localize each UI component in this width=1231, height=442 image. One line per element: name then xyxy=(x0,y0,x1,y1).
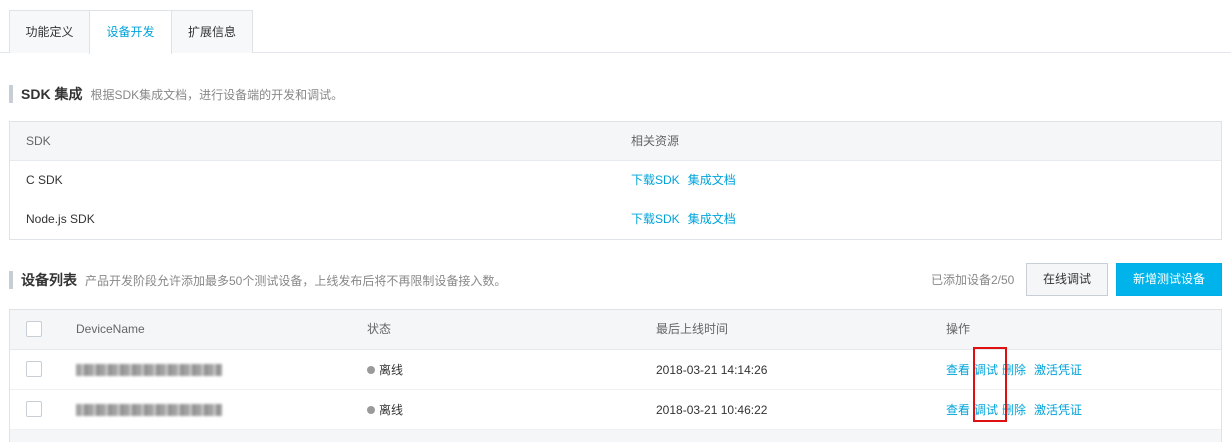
device-count-text: 已添加设备2/50 xyxy=(931,273,1015,287)
column-header-devicename: DeviceName xyxy=(76,322,145,336)
section-accent-bar xyxy=(9,85,13,103)
tab-function-definition[interactable]: 功能定义 xyxy=(9,10,90,53)
sdk-section-description: 根据SDK集成文档，进行设备端的开发和调试。 xyxy=(90,87,344,102)
column-header-resources: 相关资源 xyxy=(631,134,680,148)
sdk-table-header: SDK 相关资源 xyxy=(10,122,1221,161)
status-cell: 离线 xyxy=(367,350,403,390)
row-checkbox[interactable] xyxy=(26,401,42,417)
offline-status-dot xyxy=(367,365,375,374)
status-text: 离线 xyxy=(379,403,404,417)
activation-credential-link[interactable]: 激活凭证 xyxy=(1034,363,1082,377)
column-header-actions: 操作 xyxy=(946,322,971,336)
sdk-row: Node.js SDK 下载SDK 集成文档 xyxy=(10,200,1221,239)
tab-extended-info[interactable]: 扩展信息 xyxy=(171,10,253,53)
view-link[interactable]: 查看 xyxy=(946,363,970,377)
sdk-row: C SDK 下载SDK 集成文档 xyxy=(10,161,1221,200)
device-table-header: DeviceName 状态 最后上线时间 操作 xyxy=(10,310,1221,350)
table-row: 离线 2018-03-21 10:46:22 查看 调试 删除 激活凭证 xyxy=(10,390,1221,430)
view-link[interactable]: 查看 xyxy=(946,403,970,417)
status-cell: 离线 xyxy=(367,390,403,430)
row-checkbox[interactable] xyxy=(26,361,42,377)
sdk-section-header: SDK 集成 根据SDK集成文档，进行设备端的开发和调试。 xyxy=(9,84,343,104)
column-header-sdk: SDK xyxy=(26,134,51,148)
sdk-name: Node.js SDK xyxy=(26,212,95,226)
tab-device-development[interactable]: 设备开发 xyxy=(89,10,172,54)
device-name-redacted xyxy=(76,404,222,416)
delete-link[interactable]: 删除 xyxy=(1002,363,1026,377)
section-accent-bar xyxy=(9,271,13,289)
device-name-redacted xyxy=(76,364,222,376)
tab-bar: 功能定义 设备开发 扩展信息 xyxy=(0,10,1231,54)
online-debug-button[interactable]: 在线调试 xyxy=(1026,263,1108,296)
sdk-section-title: SDK 集成 xyxy=(21,86,83,102)
sdk-name: C SDK xyxy=(26,173,63,187)
sdk-resource-links: 下载SDK 集成文档 xyxy=(631,161,736,200)
status-text: 离线 xyxy=(379,363,404,377)
delete-link[interactable]: 删除 xyxy=(1002,403,1026,417)
sdk-resource-links: 下载SDK 集成文档 xyxy=(631,200,736,239)
sdk-table: SDK 相关资源 C SDK 下载SDK 集成文档 Node.js SDK 下载S… xyxy=(9,121,1222,240)
column-header-status: 状态 xyxy=(367,322,392,336)
row-actions: 查看 调试 删除 激活凭证 xyxy=(946,390,1086,430)
column-header-last-online: 最后上线时间 xyxy=(656,322,729,336)
table-footer xyxy=(10,430,1221,442)
device-section-description: 产品开发阶段允许添加最多50个测试设备，上线发布后将不再限制设备接入数。 xyxy=(85,273,507,288)
table-row: 离线 2018-03-21 14:14:26 查看 调试 删除 激活凭证 xyxy=(10,350,1221,390)
device-section-header: 设备列表 产品开发阶段允许添加最多50个测试设备，上线发布后将不再限制设备接入数… xyxy=(9,270,506,290)
download-sdk-link[interactable]: 下载SDK xyxy=(631,173,680,187)
row-actions: 查看 调试 删除 激活凭证 xyxy=(946,350,1086,390)
activation-credential-link[interactable]: 激活凭证 xyxy=(1034,403,1082,417)
integration-docs-link[interactable]: 集成文档 xyxy=(688,212,736,226)
download-sdk-link[interactable]: 下载SDK xyxy=(631,212,680,226)
last-online-time: 2018-03-21 14:14:26 xyxy=(656,363,768,377)
integration-docs-link[interactable]: 集成文档 xyxy=(688,173,736,187)
select-all-checkbox[interactable] xyxy=(26,321,42,337)
debug-link[interactable]: 调试 xyxy=(974,363,998,377)
device-section-title: 设备列表 xyxy=(21,272,77,288)
debug-link[interactable]: 调试 xyxy=(974,403,998,417)
offline-status-dot xyxy=(367,405,375,414)
add-test-device-button[interactable]: 新增测试设备 xyxy=(1116,263,1222,296)
device-table: DeviceName 状态 最后上线时间 操作 离线 2018-03-21 14… xyxy=(9,309,1222,442)
last-online-time: 2018-03-21 10:46:22 xyxy=(656,403,768,417)
